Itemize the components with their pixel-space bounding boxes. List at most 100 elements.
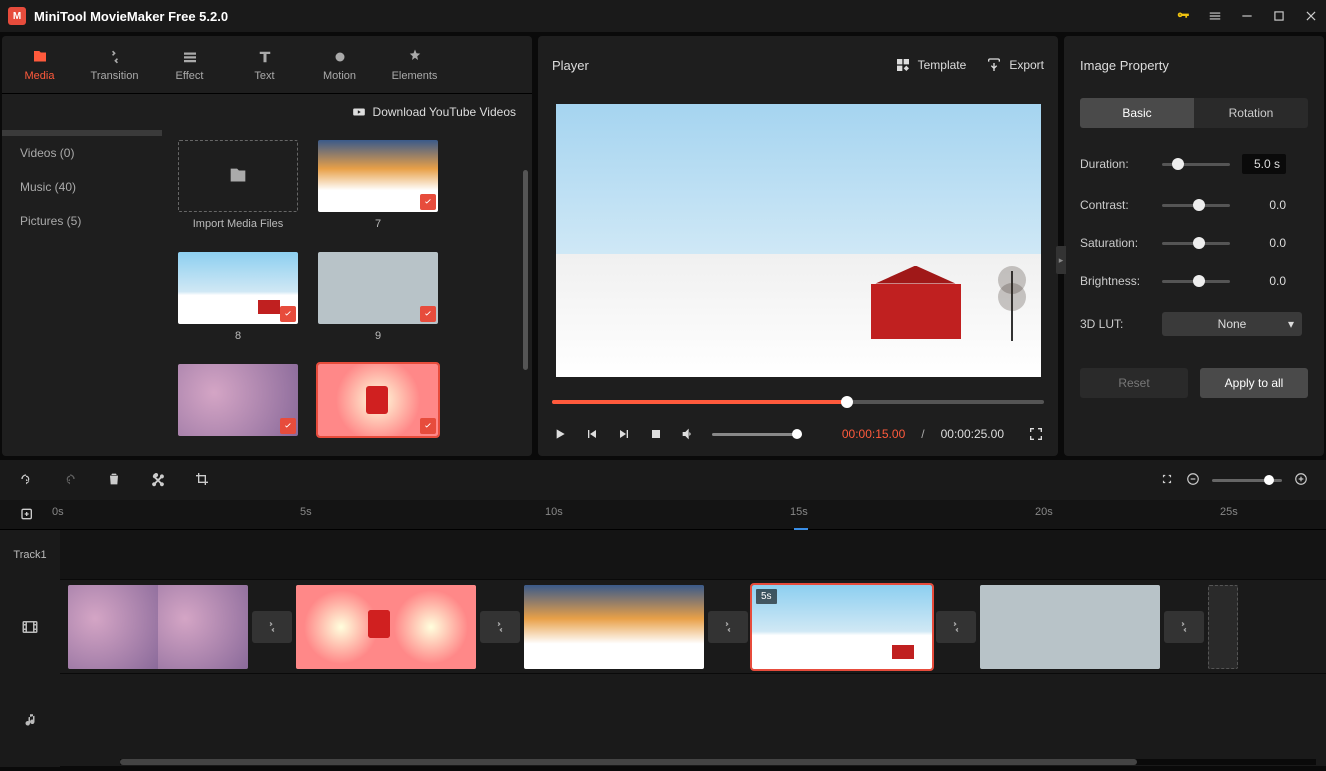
sidebar-item-videos[interactable]: Videos (0) bbox=[2, 136, 162, 170]
app-logo: M bbox=[8, 7, 26, 25]
duration-value[interactable]: 5.0 s bbox=[1242, 154, 1286, 174]
player-panel: Player Template Export bbox=[538, 36, 1058, 456]
tab-effect[interactable]: Effect bbox=[152, 36, 227, 93]
clip-1[interactable] bbox=[68, 585, 248, 669]
transition-node[interactable] bbox=[480, 611, 520, 643]
export-button[interactable]: Export bbox=[986, 57, 1044, 73]
delete-button[interactable] bbox=[106, 471, 122, 490]
apply-all-button[interactable]: Apply to all bbox=[1200, 368, 1308, 398]
redo-button[interactable] bbox=[62, 471, 78, 490]
clip-2[interactable] bbox=[296, 585, 476, 669]
export-label: Export bbox=[1009, 58, 1044, 72]
undo-button[interactable] bbox=[18, 471, 34, 490]
timeline-ruler[interactable]: 0s 5s 10s 15s 20s 25s bbox=[0, 500, 1326, 530]
minimize-icon[interactable] bbox=[1240, 9, 1254, 23]
menu-icon[interactable] bbox=[1208, 9, 1222, 23]
split-button[interactable] bbox=[150, 471, 166, 490]
tab-transition-label: Transition bbox=[91, 70, 139, 82]
tab-text[interactable]: Text bbox=[227, 36, 302, 93]
tab-media[interactable]: Media bbox=[2, 36, 77, 93]
media-thumb-11[interactable] bbox=[318, 364, 438, 436]
brightness-value: 0.0 bbox=[1242, 274, 1286, 288]
transition-node[interactable] bbox=[1164, 611, 1204, 643]
play-button[interactable] bbox=[552, 426, 568, 442]
media-thumb-7[interactable] bbox=[318, 140, 438, 212]
maximize-icon[interactable] bbox=[1272, 9, 1286, 23]
media-thumb-9[interactable] bbox=[318, 252, 438, 324]
player-canvas bbox=[548, 94, 1048, 386]
clip-4[interactable]: 5s bbox=[752, 585, 932, 669]
stop-button[interactable] bbox=[648, 426, 664, 442]
sidebar-item-music[interactable]: Music (40) bbox=[2, 170, 162, 204]
zoom-slider[interactable] bbox=[1212, 479, 1282, 482]
ruler-tick: 5s bbox=[300, 506, 312, 518]
reset-button[interactable]: Reset bbox=[1080, 368, 1188, 398]
media-label: 9 bbox=[318, 330, 438, 342]
media-thumb-8[interactable] bbox=[178, 252, 298, 324]
seek-bar[interactable] bbox=[552, 392, 1044, 412]
media-thumb-10[interactable] bbox=[178, 364, 298, 436]
brightness-label: Brightness: bbox=[1080, 274, 1150, 288]
saturation-slider[interactable] bbox=[1162, 242, 1230, 245]
ruler-tick: 15s bbox=[790, 506, 808, 518]
sidebar-item-pictures[interactable]: Pictures (5) bbox=[2, 204, 162, 238]
volume-button[interactable] bbox=[680, 426, 696, 442]
lut-select[interactable]: None ▾ bbox=[1162, 312, 1302, 336]
volume-slider[interactable] bbox=[712, 433, 802, 436]
clip-5[interactable] bbox=[980, 585, 1160, 669]
fit-button[interactable] bbox=[1160, 472, 1174, 489]
tool-tabs: Media Transition Effect Text Motion Elem… bbox=[2, 36, 532, 94]
transition-node[interactable] bbox=[936, 611, 976, 643]
video-track[interactable]: 5s bbox=[60, 580, 1326, 674]
properties-panel: ▸ Image Property Basic Rotation Duration… bbox=[1064, 36, 1324, 456]
media-scrollbar[interactable] bbox=[523, 170, 528, 370]
prev-button[interactable] bbox=[584, 426, 600, 442]
time-total: 00:00:25.00 bbox=[941, 427, 1004, 441]
import-media-button[interactable] bbox=[178, 140, 298, 212]
crop-button[interactable] bbox=[194, 471, 210, 490]
audio-track-icon[interactable] bbox=[0, 674, 60, 767]
template-button[interactable]: Template bbox=[895, 57, 967, 73]
transition-node[interactable] bbox=[708, 611, 748, 643]
app-title: MiniTool MovieMaker Free 5.2.0 bbox=[34, 9, 228, 24]
ruler-tick: 25s bbox=[1220, 506, 1238, 518]
zoom-out-button[interactable] bbox=[1186, 472, 1200, 489]
duration-slider[interactable] bbox=[1162, 163, 1230, 166]
clip-append[interactable] bbox=[1208, 585, 1238, 669]
collapse-handle[interactable]: ▸ bbox=[1056, 246, 1066, 274]
tab-text-label: Text bbox=[254, 70, 274, 82]
tab-motion[interactable]: Motion bbox=[302, 36, 377, 93]
transition-node[interactable] bbox=[252, 611, 292, 643]
check-icon bbox=[420, 306, 436, 322]
lut-label: 3D LUT: bbox=[1080, 317, 1150, 331]
prop-tab-basic[interactable]: Basic bbox=[1080, 98, 1194, 128]
template-label: Template bbox=[918, 58, 967, 72]
contrast-slider[interactable] bbox=[1162, 204, 1230, 207]
check-icon bbox=[420, 418, 436, 434]
track1-label: Track1 bbox=[0, 530, 60, 580]
preview-frame[interactable] bbox=[556, 104, 1041, 377]
time-sep: / bbox=[921, 427, 924, 441]
tab-elements[interactable]: Elements bbox=[377, 36, 452, 93]
media-grid-area: Import Media Files 7 8 9 bbox=[162, 130, 532, 456]
prop-tab-rotation[interactable]: Rotation bbox=[1194, 98, 1308, 128]
next-button[interactable] bbox=[616, 426, 632, 442]
video-track-icon[interactable] bbox=[0, 580, 60, 674]
ruler-tick: 10s bbox=[545, 506, 563, 518]
player-title: Player bbox=[552, 58, 589, 73]
fullscreen-button[interactable] bbox=[1028, 426, 1044, 442]
download-youtube-link[interactable]: Download YouTube Videos bbox=[352, 105, 516, 119]
tab-transition[interactable]: Transition bbox=[77, 36, 152, 93]
brightness-slider[interactable] bbox=[1162, 280, 1230, 283]
overlay-track[interactable] bbox=[60, 530, 1326, 580]
zoom-in-button[interactable] bbox=[1294, 472, 1308, 489]
license-key-icon[interactable] bbox=[1176, 9, 1190, 23]
check-icon bbox=[280, 418, 296, 434]
clip-3[interactable] bbox=[524, 585, 704, 669]
props-title: Image Property bbox=[1064, 36, 1324, 94]
audio-track[interactable] bbox=[60, 674, 1326, 767]
close-icon[interactable] bbox=[1304, 9, 1318, 23]
add-track-button[interactable] bbox=[20, 506, 36, 525]
timeline-scrollbar[interactable] bbox=[120, 759, 1316, 765]
chevron-down-icon: ▾ bbox=[1288, 317, 1294, 331]
